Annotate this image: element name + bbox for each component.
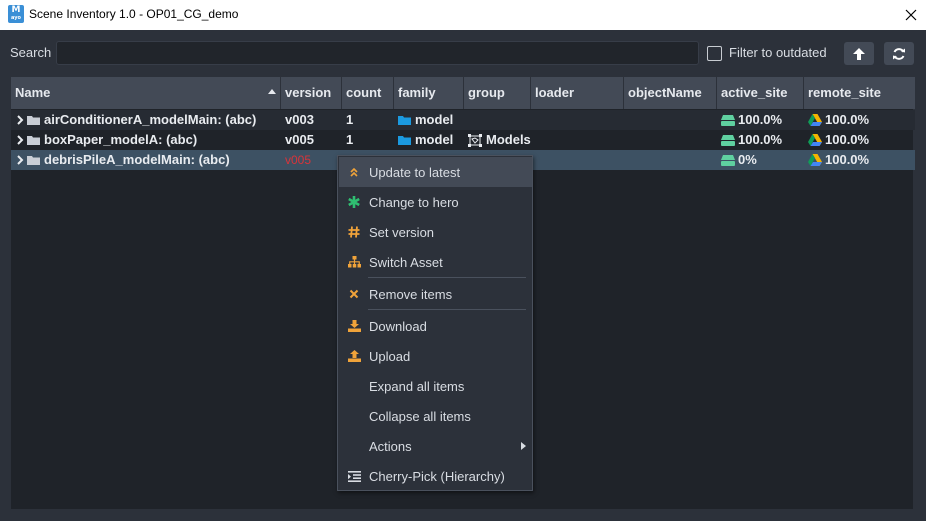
family-folder-icon xyxy=(398,116,411,125)
up-button[interactable] xyxy=(844,42,874,65)
hash-icon xyxy=(348,226,360,238)
app-icon: Mayo xyxy=(8,5,24,23)
column-header-name[interactable]: Name xyxy=(11,77,281,109)
google-drive-icon xyxy=(808,154,822,166)
row-objectname xyxy=(624,110,717,130)
column-header-version[interactable]: version xyxy=(281,77,342,109)
arrow-up-icon xyxy=(853,47,865,60)
row-name: boxPaper_modelA: (abc) xyxy=(44,132,198,147)
folder-icon xyxy=(27,116,40,125)
menu-item-collapse-all-items[interactable]: Collapse all items xyxy=(339,401,532,431)
search-input[interactable] xyxy=(56,41,699,65)
close-icon xyxy=(905,9,917,21)
upload-icon xyxy=(347,350,361,362)
row-objectname xyxy=(624,150,717,170)
folder-icon xyxy=(27,136,40,145)
row-remote-site: 100.0% xyxy=(825,152,870,167)
asterisk-icon xyxy=(348,196,360,208)
row-remote-site: 100.0% xyxy=(825,132,870,147)
row-family: model xyxy=(415,132,454,147)
filter-outdated-label[interactable]: Filter to outdated xyxy=(729,45,827,60)
row-name: airConditionerA_modelMain: (abc) xyxy=(44,112,257,127)
column-header-remote-site[interactable]: remote_site xyxy=(804,77,915,109)
close-button[interactable] xyxy=(896,0,926,30)
google-drive-icon xyxy=(808,114,822,126)
row-name: debrisPileA_modelMain: (abc) xyxy=(44,152,230,167)
menu-item-upload[interactable]: Upload xyxy=(339,341,532,371)
menu-item-actions[interactable]: Actions xyxy=(339,431,532,461)
table-row[interactable]: airConditionerA_modelMain: (abc) v003 1 … xyxy=(11,110,915,130)
expand-arrow-icon[interactable] xyxy=(15,115,25,125)
google-drive-icon xyxy=(808,134,822,146)
refresh-button[interactable] xyxy=(884,42,914,65)
row-family: model xyxy=(415,112,454,127)
column-header-loader[interactable]: loader xyxy=(531,77,624,109)
row-group: Models xyxy=(486,132,531,147)
sort-ascending-icon xyxy=(268,89,276,94)
menu-separator xyxy=(368,309,526,310)
menu-item-cherry-pick-hierarchy[interactable]: Cherry-Pick (Hierarchy) xyxy=(339,461,532,491)
row-version-outdated: v005 xyxy=(285,153,312,167)
row-version: v005 xyxy=(285,132,314,147)
local-drive-icon xyxy=(721,135,735,146)
refresh-icon xyxy=(893,47,905,60)
search-label: Search xyxy=(10,45,52,60)
table-header: Name version count family group loader o… xyxy=(11,77,915,109)
menu-separator xyxy=(368,277,526,278)
local-drive-icon xyxy=(721,115,735,126)
list-indent-icon xyxy=(347,470,361,482)
row-active-site: 0% xyxy=(738,152,757,167)
row-objectname xyxy=(624,130,717,150)
sitemap-icon xyxy=(347,256,361,268)
column-header-count[interactable]: count xyxy=(342,77,394,109)
cross-icon xyxy=(349,289,359,299)
row-active-site: 100.0% xyxy=(738,112,783,127)
menu-item-switch-asset[interactable]: Switch Asset xyxy=(339,247,532,277)
row-active-site: 100.0% xyxy=(738,132,783,147)
table-row[interactable]: boxPaper_modelA: (abc) v005 1 model Mode… xyxy=(11,130,915,150)
menu-item-change-to-hero[interactable]: Change to hero xyxy=(339,187,532,217)
row-version: v003 xyxy=(285,112,314,127)
submenu-arrow-icon xyxy=(521,442,526,450)
family-folder-icon xyxy=(398,136,411,145)
row-loader xyxy=(531,150,624,170)
folder-icon xyxy=(27,156,40,165)
row-group xyxy=(464,110,531,130)
menu-item-set-version[interactable]: Set version xyxy=(339,217,532,247)
download-icon xyxy=(347,320,361,332)
context-menu: Update to latest Change to hero Set vers… xyxy=(337,155,533,491)
row-remote-site: 100.0% xyxy=(825,112,870,127)
menu-item-update-to-latest[interactable]: Update to latest xyxy=(339,157,532,187)
menu-item-expand-all-items[interactable]: Expand all items xyxy=(339,371,532,401)
double-chevron-up-icon xyxy=(350,167,358,177)
row-count: 1 xyxy=(346,112,354,127)
row-count: 1 xyxy=(346,132,354,147)
local-drive-icon xyxy=(721,155,735,166)
menu-item-remove-items[interactable]: Remove items xyxy=(339,279,532,309)
column-header-group[interactable]: group xyxy=(464,77,531,109)
column-header-active-site[interactable]: active_site xyxy=(717,77,804,109)
group-icon xyxy=(468,133,482,147)
menu-item-download[interactable]: Download xyxy=(339,311,532,341)
expand-arrow-icon[interactable] xyxy=(15,155,25,165)
filter-outdated-checkbox[interactable] xyxy=(707,46,722,61)
column-header-objectname[interactable]: objectName xyxy=(624,77,717,109)
column-header-family[interactable]: family xyxy=(394,77,464,109)
row-loader xyxy=(531,130,624,150)
row-loader xyxy=(531,110,624,130)
expand-arrow-icon[interactable] xyxy=(15,135,25,145)
window-title: Scene Inventory 1.0 - OP01_CG_demo xyxy=(29,7,239,21)
title-bar: Mayo Scene Inventory 1.0 - OP01_CG_demo xyxy=(0,0,926,30)
